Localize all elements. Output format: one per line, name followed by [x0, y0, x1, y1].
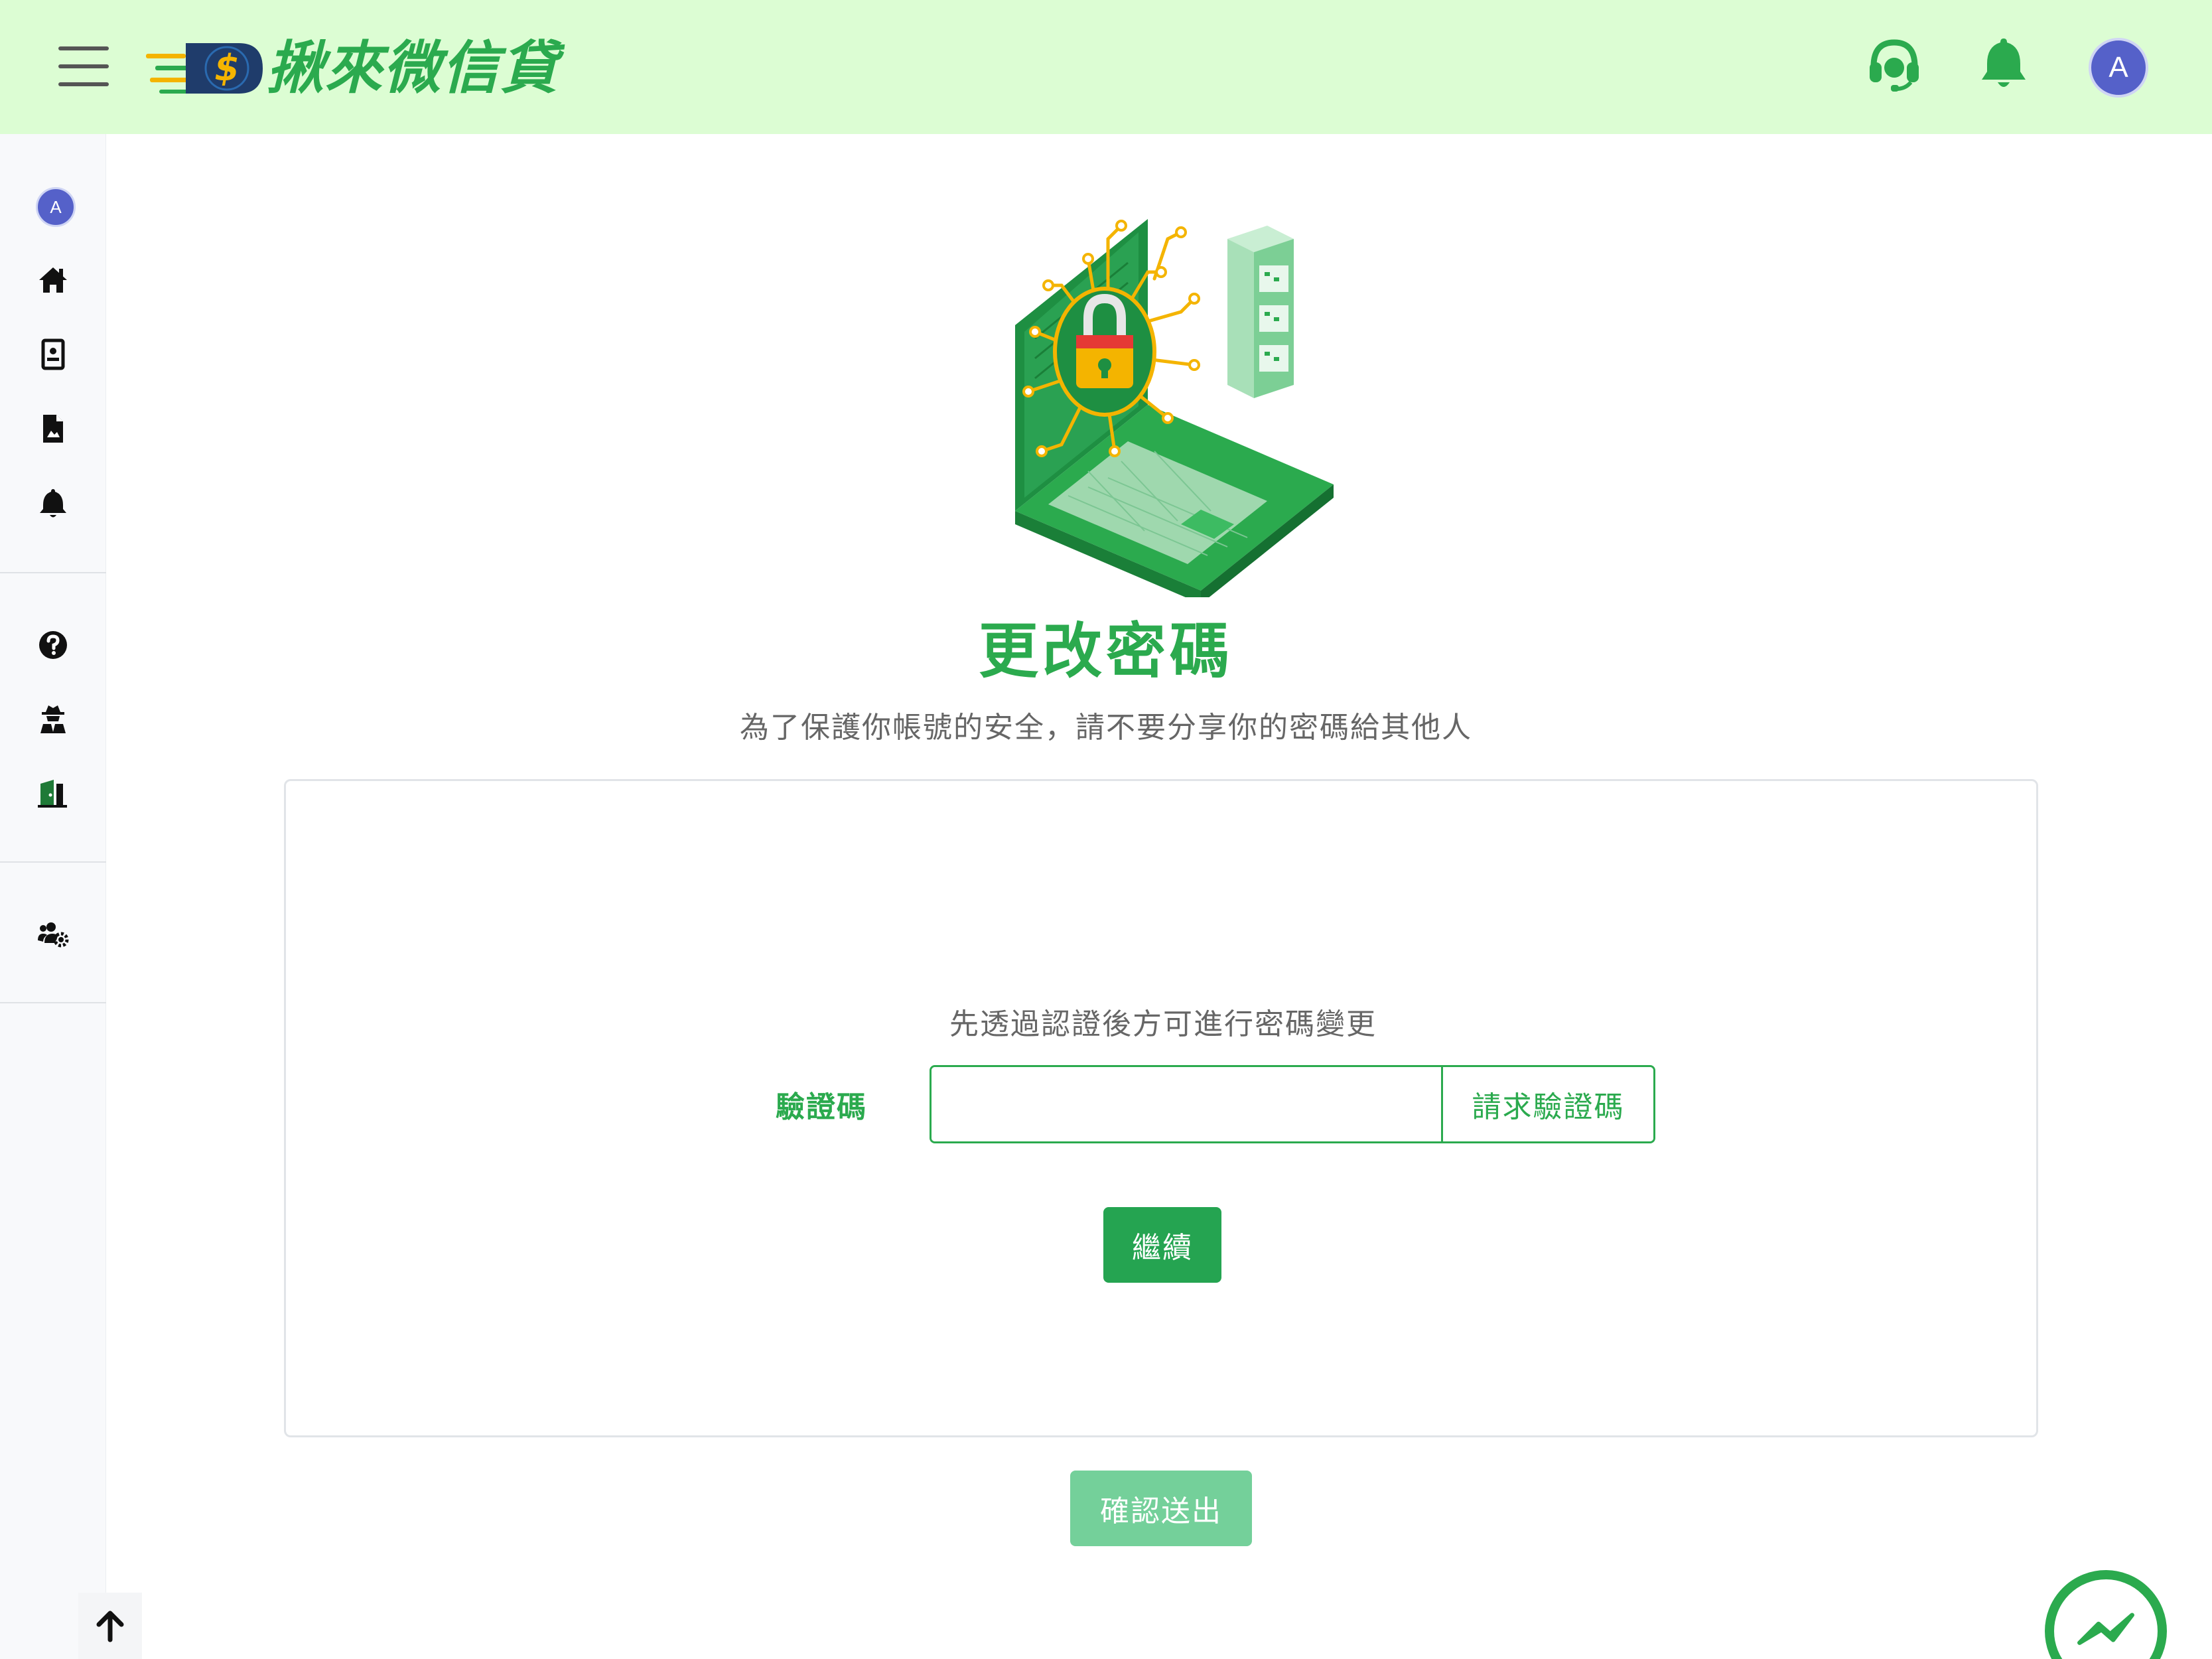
sidebar-item-account-settings[interactable] — [32, 913, 74, 956]
verification-code-group: 請求驗證碼 — [930, 1065, 1655, 1143]
sidebar-item-notifications[interactable] — [32, 482, 74, 524]
messenger-icon — [2077, 1613, 2134, 1645]
continue-button[interactable]: 繼續 — [1103, 1207, 1221, 1283]
verification-code-input[interactable] — [932, 1067, 1441, 1141]
menu-icon[interactable] — [58, 46, 109, 86]
home-icon — [39, 267, 67, 293]
file-icon — [43, 415, 63, 443]
page-subtitle: 為了保護你帳號的安全，請不要分享你的密碼給其他人 — [740, 711, 1472, 745]
bell-icon — [40, 489, 66, 518]
sidebar-item-logout[interactable] — [32, 772, 74, 815]
svg-text:$: $ — [214, 47, 240, 89]
messenger-chat-button[interactable] — [2045, 1570, 2167, 1659]
sidebar: A — [0, 134, 106, 1659]
user-avatar[interactable]: A — [2089, 38, 2148, 98]
sidebar-divider — [0, 572, 106, 573]
door-open-icon — [38, 780, 67, 808]
page-title: 更改密碼 — [979, 616, 1233, 686]
verification-hint: 先透過認證後方可進行密碼變更 — [949, 1007, 1377, 1041]
id-card-icon — [41, 338, 65, 370]
sidebar-item-home[interactable] — [32, 259, 74, 301]
sidebar-avatar[interactable]: A — [36, 187, 76, 227]
security-laptop-illustration — [989, 199, 1347, 604]
sidebar-divider — [0, 1002, 106, 1003]
brand-logo[interactable]: $ 揪來微信貸 — [146, 32, 559, 105]
confirm-submit-button[interactable]: 確認送出 — [1070, 1471, 1252, 1546]
bell-icon[interactable] — [1974, 33, 2034, 93]
users-cog-icon — [38, 922, 69, 948]
headset-icon[interactable] — [1864, 33, 1924, 93]
sidebar-item-profile[interactable] — [32, 333, 74, 376]
sidebar-item-documents[interactable] — [32, 407, 74, 450]
dollar-coin-logo: $ — [146, 43, 263, 94]
request-code-button[interactable]: 請求驗證碼 — [1441, 1067, 1653, 1141]
verification-code-label: 驗證碼 — [776, 1090, 867, 1124]
top-header: $ 揪來微信貸 A — [0, 0, 2212, 134]
arrow-up-icon — [96, 1611, 124, 1642]
sidebar-divider — [0, 861, 106, 863]
scroll-to-top-button[interactable] — [78, 1593, 142, 1659]
verification-card: 先透過認證後方可進行密碼變更 驗證碼 請求驗證碼 繼續 — [284, 779, 2038, 1437]
brand-name: 揪來微信貸 — [267, 35, 559, 102]
